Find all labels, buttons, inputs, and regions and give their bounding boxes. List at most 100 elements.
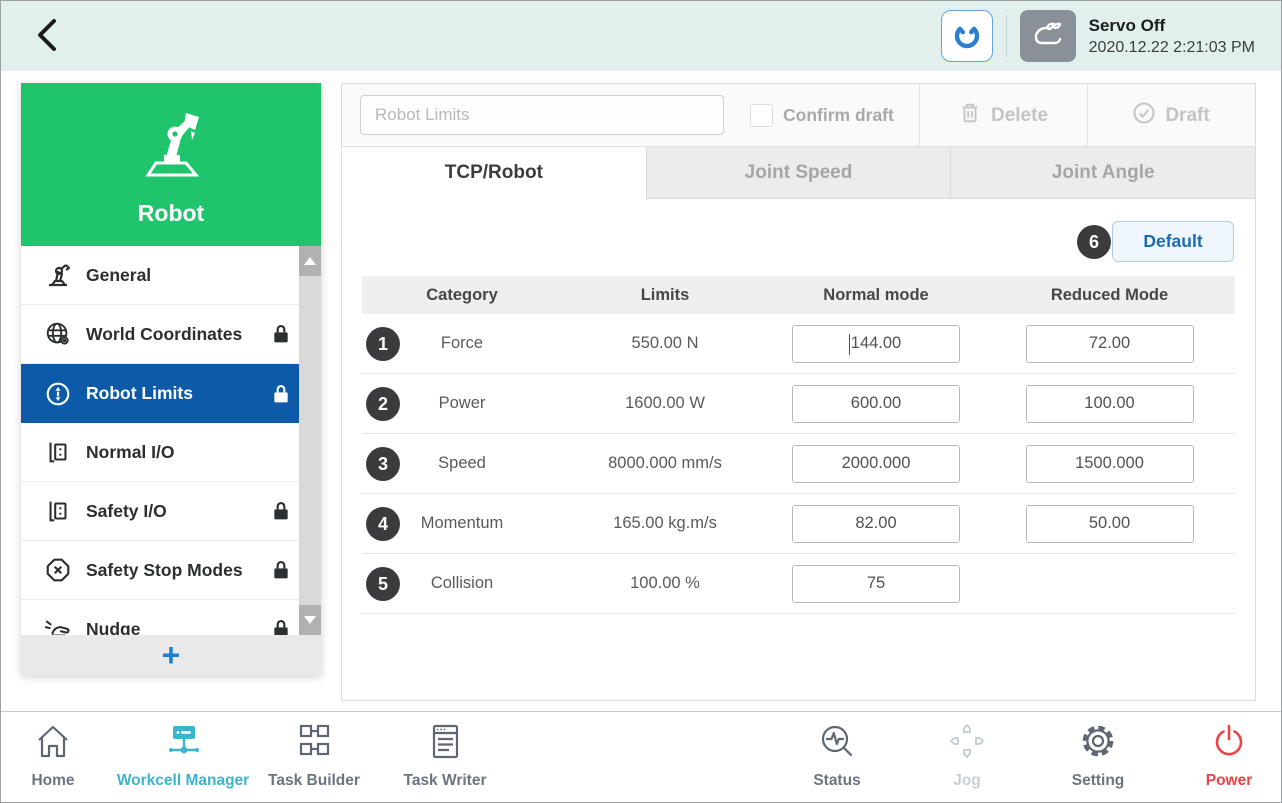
- limits-tabs: TCP/Robot Joint Speed Joint Angle: [342, 147, 1255, 199]
- nav-label: Status: [813, 772, 860, 790]
- momentum-reduced-input[interactable]: [1026, 505, 1194, 543]
- tab-tcp-robot[interactable]: TCP/Robot: [342, 147, 646, 199]
- plus-icon: +: [162, 639, 181, 671]
- sidebar-item-nudge[interactable]: Nudge: [21, 600, 321, 635]
- tcp-robot-limits-table: Category Limits Normal mode Reduced Mode…: [362, 276, 1235, 614]
- speed-normal-input[interactable]: [792, 445, 960, 483]
- default-button[interactable]: Default: [1112, 221, 1234, 262]
- chevron-left-icon: [28, 45, 72, 60]
- sidebar-item-robot-limits[interactable]: Robot Limits: [21, 364, 321, 423]
- draft-label: Draft: [1165, 105, 1209, 127]
- power-icon: [1208, 722, 1250, 767]
- limit-cell: 8000.000 mm/s: [562, 454, 768, 473]
- tab-joint-speed[interactable]: Joint Speed: [646, 147, 951, 199]
- nav-label: Setting: [1072, 772, 1125, 790]
- momentum-normal-input[interactable]: [792, 505, 960, 543]
- task-builder-icon: [293, 722, 335, 767]
- workcell-icon: [162, 722, 204, 767]
- table-row-power: 2 Power 1600.00 W: [362, 374, 1235, 434]
- sidebar-item-label: Robot Limits: [86, 383, 193, 404]
- nav-power[interactable]: Power: [1144, 722, 1282, 790]
- workcell-manager-window: Servo Off 2020.12.22 2:21:03 PM Robot: [0, 0, 1282, 803]
- triangle-up-icon: [304, 257, 316, 265]
- trash-icon: [958, 100, 982, 132]
- robot-arm-icon: [128, 103, 214, 194]
- nav-label: Task Writer: [404, 772, 487, 790]
- table-header-row: Category Limits Normal mode Reduced Mode: [362, 276, 1235, 314]
- io-icon: [43, 496, 73, 526]
- draft-button[interactable]: Draft: [1087, 84, 1255, 147]
- gripper-tool-button[interactable]: [941, 10, 993, 62]
- robot-sidebar: Robot General: [21, 83, 321, 675]
- item-header-strip: Confirm draft Delete: [342, 84, 1255, 147]
- lock-icon: [271, 618, 291, 635]
- nav-label: Task Builder: [268, 772, 360, 790]
- speed-reduced-input[interactable]: [1026, 445, 1194, 483]
- status-icon: [816, 722, 858, 767]
- topbar-status-group: Servo Off 2020.12.22 2:21:03 PM: [941, 10, 1255, 62]
- bottom-navigation: Home Workcell Manager: [1, 711, 1281, 802]
- normal-mode-cell: [768, 505, 984, 543]
- globe-icon: [43, 319, 73, 349]
- stop-icon: [43, 555, 73, 585]
- normal-mode-cell: [768, 325, 984, 363]
- force-normal-input[interactable]: [792, 325, 960, 363]
- normal-mode-cell: [768, 385, 984, 423]
- home-icon: [32, 722, 74, 767]
- io-icon: [43, 437, 73, 467]
- text-caret: [849, 334, 850, 355]
- limit-cell: 165.00 kg.m/s: [562, 514, 768, 533]
- sidebar-scrollbar[interactable]: [299, 246, 321, 635]
- sidebar-item-label: World Coordinates: [86, 324, 242, 345]
- table-row-momentum: 4 Momentum 165.00 kg.m/s: [362, 494, 1235, 554]
- force-reduced-input[interactable]: [1026, 325, 1194, 363]
- lock-icon: [271, 500, 291, 522]
- column-header-category: Category: [362, 286, 562, 305]
- robot-arm-icon: [43, 260, 73, 290]
- sidebar-item-world-coordinates[interactable]: World Coordinates: [21, 305, 321, 364]
- power-normal-input[interactable]: [792, 385, 960, 423]
- tab-joint-angle[interactable]: Joint Angle: [950, 147, 1255, 199]
- callout-badge-4: 4: [366, 507, 400, 541]
- callout-badge-3: 3: [366, 447, 400, 481]
- sidebar-menu: General World Coordinates: [21, 246, 321, 635]
- delete-button[interactable]: Delete: [919, 84, 1087, 147]
- confirm-draft-label: Confirm draft: [783, 105, 894, 126]
- table-row-force: 1 Force 550.00 N: [362, 314, 1235, 374]
- scroll-down-button[interactable]: [299, 605, 321, 635]
- lock-icon: [271, 559, 291, 581]
- sidebar-item-label: Safety I/O: [86, 501, 167, 522]
- back-button[interactable]: [27, 13, 73, 59]
- callout-badge-1: 1: [366, 327, 400, 361]
- hand-guide-icon[interactable]: [1020, 10, 1076, 62]
- sidebar-item-label: Safety Stop Modes: [86, 560, 243, 581]
- add-workcell-item-button[interactable]: +: [21, 635, 321, 675]
- sidebar-header: Robot: [21, 83, 321, 246]
- confirm-draft-checkbox[interactable]: [750, 104, 773, 127]
- divider: [1006, 15, 1007, 57]
- limits-icon: [43, 379, 73, 409]
- sidebar-item-label: Normal I/O: [86, 442, 175, 463]
- lock-icon: [271, 383, 291, 405]
- sidebar-item-safety-stop-modes[interactable]: Safety Stop Modes: [21, 541, 321, 600]
- table-row-collision: 5 Collision 100.00 %: [362, 554, 1235, 614]
- column-header-reduced-mode: Reduced Mode: [984, 286, 1235, 305]
- nav-label: Home: [31, 772, 74, 790]
- reduced-mode-cell: [984, 445, 1235, 483]
- servo-status-block: Servo Off 2020.12.22 2:21:03 PM: [1089, 16, 1255, 57]
- callout-badge-5: 5: [366, 567, 400, 601]
- item-name-input[interactable]: [360, 95, 724, 135]
- collision-normal-input[interactable]: [792, 565, 960, 603]
- normal-mode-cell: [768, 565, 984, 603]
- limit-cell: 550.00 N: [562, 334, 768, 353]
- delete-label: Delete: [991, 105, 1048, 127]
- nav-task-writer[interactable]: Task Writer: [360, 722, 530, 790]
- power-reduced-input[interactable]: [1026, 385, 1194, 423]
- sidebar-item-normal-io[interactable]: Normal I/O: [21, 423, 321, 482]
- scroll-up-button[interactable]: [299, 246, 321, 276]
- callout-badge-2: 2: [366, 387, 400, 421]
- lock-icon: [271, 323, 291, 345]
- timestamp: 2020.12.22 2:21:03 PM: [1089, 39, 1255, 57]
- sidebar-item-general[interactable]: General: [21, 246, 321, 305]
- sidebar-item-safety-io[interactable]: Safety I/O: [21, 482, 321, 541]
